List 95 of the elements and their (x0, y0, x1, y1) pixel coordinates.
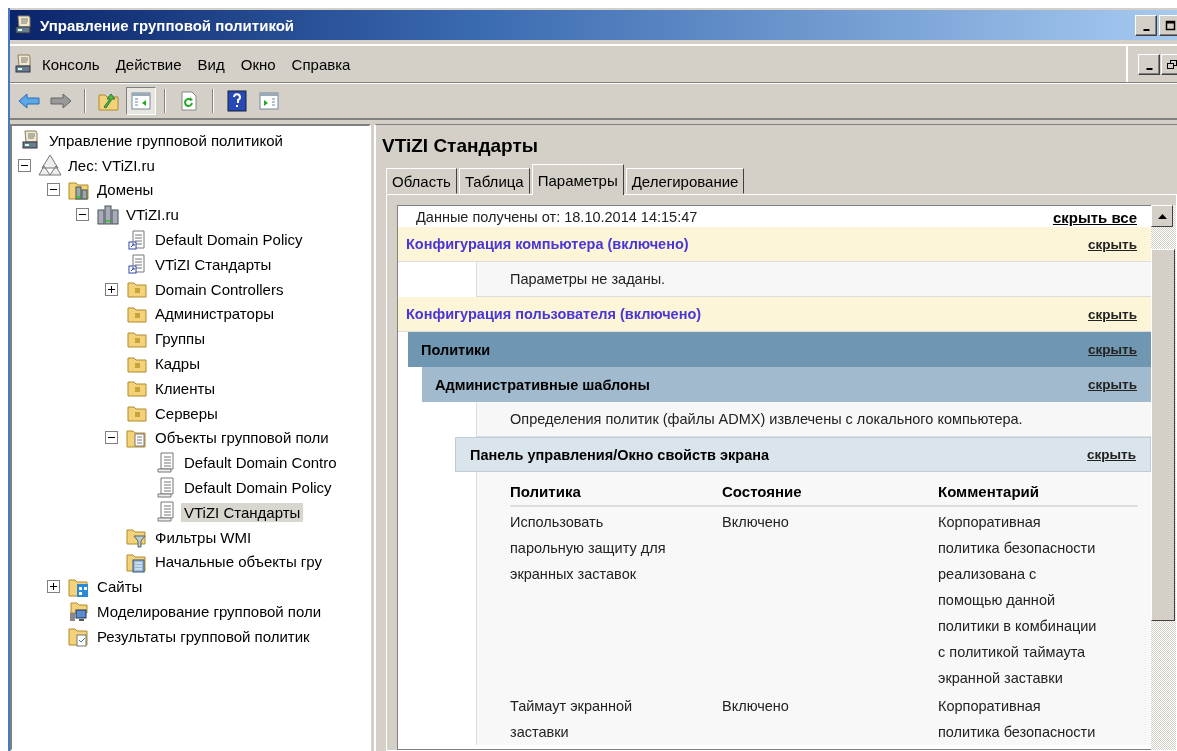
console-icon (14, 15, 34, 35)
collapse-icon[interactable] (76, 208, 89, 222)
received-timestamp: Данные получены от: 18.10.2014 14:15:47 (416, 209, 698, 226)
tree-item[interactable]: VTiZI.ru (123, 205, 182, 225)
tree-item[interactable]: Группы (152, 329, 208, 349)
tree-item[interactable]: Клиенты (152, 378, 219, 398)
menu-item[interactable]: Консоль (34, 53, 108, 75)
table-cell-text: Использовать парольную защиту для экранных заставок (510, 513, 667, 584)
tree-item[interactable]: Домены (94, 180, 157, 200)
restore-icon (1166, 58, 1177, 70)
hide-link[interactable]: скрыть (1088, 342, 1137, 357)
section-title[interactable]: Конфигурация пользователя (включено) (406, 306, 702, 322)
minimize-icon (1145, 67, 1153, 70)
menu-item[interactable]: Справка (283, 53, 359, 75)
tree-item[interactable]: Domain Controllers (152, 279, 287, 299)
folder-up-icon (98, 91, 120, 111)
pane-toggle-icon (131, 92, 151, 110)
help-icon (227, 90, 247, 112)
tree-item[interactable]: Управление групповой политикой (46, 130, 286, 150)
table-cell-text: Таймаут экранной заставки (510, 697, 634, 742)
collapse-icon[interactable] (47, 183, 60, 197)
hide-link[interactable]: скрыть (1087, 447, 1136, 462)
column-header: Состояние (722, 483, 802, 500)
section-title[interactable]: Административные шаблоны (435, 376, 650, 393)
table-cell-text: Включено (722, 513, 790, 532)
tab[interactable]: Делегирование (625, 168, 745, 194)
menu-item[interactable]: Действие (107, 53, 190, 75)
hide-link[interactable]: скрыть (1088, 377, 1137, 392)
menu-item[interactable]: Вид (189, 53, 233, 75)
tree-item[interactable]: Default Domain Contro (181, 453, 340, 473)
tab[interactable]: Таблица (458, 168, 530, 194)
triangle-trees-icon (38, 154, 62, 177)
policy-shortcut-icon (127, 228, 147, 251)
details-title: VTiZI Стандарты (382, 135, 539, 157)
pane-toggle-icon (259, 92, 279, 110)
folder-servers-icon (68, 179, 90, 201)
expand-icon[interactable] (47, 580, 60, 594)
folder-icon (127, 403, 147, 424)
table-cell-text: Корпоративная политика безопасности реализована с помощью данной политики в комбинации с политикой таймаута экранной заставки (938, 513, 1098, 688)
hide-link[interactable]: скрыть (1088, 236, 1137, 252)
tab[interactable]: Область (386, 168, 457, 194)
computers-icon (68, 600, 90, 623)
tree-item[interactable]: Начальные объекты гру (152, 552, 325, 572)
message-text: Параметры не заданы. (476, 262, 1151, 297)
console-icon (14, 54, 34, 74)
tree-item[interactable]: Объекты групповой поли (152, 428, 332, 448)
maximize-icon (1164, 19, 1176, 31)
tree-item[interactable]: VTiZI Стандарты (152, 254, 275, 274)
restore-button[interactable] (1161, 53, 1177, 75)
tree-item[interactable]: Лес: VTiZI.ru (65, 155, 158, 175)
table-cell-text: Включено (722, 697, 790, 716)
scroll-icon (156, 501, 176, 524)
maximize-button[interactable] (1159, 14, 1177, 36)
folder-icon (127, 378, 147, 399)
tree-item[interactable]: Default Domain Policy (152, 230, 306, 250)
column-header: Политика (510, 483, 581, 500)
tree-item[interactable]: Результаты групповой политик (94, 626, 313, 646)
tree-item[interactable]: Фильтры WMI (152, 527, 255, 547)
minimize-button[interactable] (1138, 53, 1160, 75)
section-title[interactable]: Политики (421, 341, 491, 358)
menu-item[interactable]: Окно (232, 53, 284, 75)
tab[interactable]: Параметры (531, 164, 624, 195)
collapse-icon[interactable] (18, 158, 31, 172)
refresh-icon (180, 91, 198, 111)
up-arrow-icon (1157, 213, 1167, 219)
back-arrow-icon (18, 92, 40, 110)
tree-item[interactable]: Default Domain Policy (181, 478, 335, 498)
console-icon (21, 130, 41, 151)
collapse-icon[interactable] (105, 431, 118, 445)
section-title[interactable]: Панель управления/Окно свойств экрана (470, 446, 770, 463)
column-header: Комментарий (938, 483, 1039, 500)
forward-arrow-icon (50, 92, 72, 110)
folder-icon (127, 279, 147, 300)
folder-report-icon (68, 625, 90, 648)
policy-shortcut-icon (127, 253, 147, 276)
table-cell-text: Корпоративная политика безопасности (938, 697, 1097, 742)
scroll-up-button[interactable] (1151, 205, 1173, 227)
minimize-icon (1142, 28, 1150, 31)
folder-funnel-icon (126, 526, 148, 549)
hide-all-link[interactable]: скрыть все (1052, 209, 1137, 226)
tree-item[interactable]: Моделирование групповой поли (94, 602, 325, 622)
expand-icon[interactable] (105, 282, 118, 296)
scroll-icon (156, 476, 176, 499)
tree-item[interactable]: Серверы (152, 403, 221, 423)
tree-item[interactable]: Сайты (94, 577, 146, 597)
message-text: Определения политик (файлы ADMX) извлечены с локального компьютера. (476, 402, 1151, 437)
tree-item[interactable]: VTiZI Стандарты (181, 502, 304, 522)
window-title: Управление групповой политикой (40, 16, 296, 34)
tree-item[interactable]: Администраторы (152, 304, 277, 324)
minimize-button[interactable] (1135, 14, 1157, 36)
servers-icon (97, 203, 119, 226)
section-title[interactable]: Конфигурация компьютера (включено) (406, 236, 689, 252)
scroll-icon (156, 451, 176, 474)
tree-item[interactable]: Кадры (152, 354, 203, 374)
hide-link[interactable]: скрыть (1088, 306, 1137, 322)
